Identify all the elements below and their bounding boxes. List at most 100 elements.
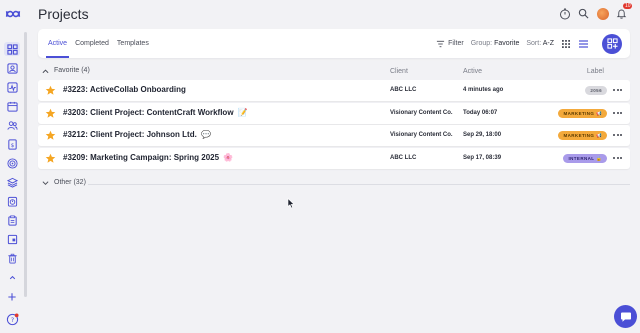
star-icon[interactable] bbox=[45, 85, 56, 96]
sidebar-item-calendar[interactable] bbox=[4, 99, 20, 113]
more-options-button[interactable] bbox=[613, 89, 622, 91]
group-by-select[interactable]: Group: Favorite bbox=[471, 40, 520, 47]
sidebar-item-trash[interactable] bbox=[4, 251, 20, 265]
project-client: Visionary Content Co. bbox=[390, 110, 453, 116]
project-last-active: Sep 17, 08:39 bbox=[463, 155, 502, 161]
project-name[interactable]: #3209: Marketing Campaign: Spring 2025 🌸 bbox=[63, 153, 233, 162]
other-group-header: Other (32) bbox=[38, 178, 630, 190]
project-row[interactable]: #3209: Marketing Campaign: Spring 2025 🌸… bbox=[38, 148, 630, 169]
search-icon bbox=[578, 8, 589, 19]
notification-count-badge: 10 bbox=[623, 3, 632, 9]
project-row[interactable]: #3203: Client Project: ContentCraft Work… bbox=[38, 103, 630, 124]
timer-icon bbox=[7, 196, 17, 207]
avatar bbox=[596, 7, 609, 20]
svg-text:$: $ bbox=[10, 142, 14, 148]
filter-label: Filter bbox=[448, 40, 464, 47]
chevron-down-icon bbox=[42, 180, 49, 185]
project-client: Visionary Content Co. bbox=[390, 132, 453, 138]
column-client[interactable]: Client bbox=[390, 68, 408, 75]
other-group-toggle[interactable]: Other (32) bbox=[42, 179, 86, 186]
project-client: ABC LLC bbox=[390, 87, 417, 93]
project-last-active: Today 06:07 bbox=[463, 110, 498, 116]
sidebar-item-people[interactable] bbox=[4, 118, 20, 132]
sidebar-item-workload[interactable] bbox=[4, 175, 20, 189]
project-label-badge: INTERNAL 🔒 bbox=[563, 154, 607, 163]
trash-icon bbox=[7, 253, 17, 264]
add-project-icon bbox=[606, 38, 618, 49]
user-card-icon bbox=[6, 62, 18, 74]
add-project-button[interactable] bbox=[602, 33, 622, 54]
notifications-button[interactable]: 10 bbox=[615, 3, 632, 20]
project-name[interactable]: #3223: ActiveCollab Onboarding bbox=[63, 85, 188, 94]
column-label[interactable]: Label bbox=[587, 68, 604, 75]
svg-text:?: ? bbox=[11, 316, 14, 324]
stopwatch-button[interactable] bbox=[558, 7, 571, 20]
project-row[interactable]: #3223: ActiveCollab Onboarding ABC LLC 4… bbox=[38, 80, 630, 101]
chevron-up-icon bbox=[9, 275, 15, 279]
project-name[interactable]: #3212: Client Project: Johnson Ltd. 💬 bbox=[63, 130, 211, 139]
search-button[interactable] bbox=[577, 7, 590, 20]
grid-view-icon bbox=[562, 39, 570, 48]
grid-icon bbox=[6, 43, 18, 55]
tab-completed[interactable]: Completed bbox=[71, 29, 113, 58]
inbox-icon bbox=[7, 234, 17, 244]
project-row[interactable]: #3212: Client Project: Johnson Ltd. 💬 Vi… bbox=[38, 125, 630, 146]
filter-button[interactable]: Filter bbox=[436, 40, 464, 48]
other-group-label: Other (32) bbox=[54, 179, 86, 186]
group-divider bbox=[88, 184, 630, 185]
project-label-badge: MARKETING 📢 bbox=[558, 131, 607, 140]
sort-label: Sort: bbox=[526, 40, 542, 47]
page-title: Projects bbox=[38, 6, 89, 22]
chat-support-button[interactable] bbox=[614, 305, 637, 328]
activity-icon bbox=[6, 81, 18, 93]
project-client: ABC LLC bbox=[390, 155, 417, 161]
sidebar-item-projects[interactable] bbox=[4, 42, 20, 56]
target-icon bbox=[6, 157, 18, 169]
project-last-active: 4 minutes ago bbox=[463, 87, 504, 93]
sidebar-item-my-work[interactable] bbox=[4, 61, 20, 75]
column-active[interactable]: Active bbox=[463, 68, 482, 75]
sidebar: $ + ? bbox=[0, 0, 28, 333]
sidebar-collapse-toggle[interactable] bbox=[4, 270, 20, 284]
group-by-label: Group: bbox=[470, 40, 493, 47]
project-label-badge: 2056 bbox=[585, 86, 607, 95]
project-name[interactable]: #3203: Client Project: ContentCraft Work… bbox=[63, 108, 248, 117]
plus-icon[interactable]: + bbox=[5, 290, 19, 305]
chevron-up-icon bbox=[42, 68, 49, 73]
more-options-button[interactable] bbox=[613, 134, 622, 136]
people-icon bbox=[6, 120, 18, 130]
sidebar-item-activity[interactable] bbox=[4, 80, 20, 94]
invoice-icon: $ bbox=[7, 138, 17, 150]
sidebar-scrollbar[interactable] bbox=[24, 32, 27, 297]
sidebar-item-invoices[interactable]: $ bbox=[4, 137, 20, 151]
star-icon[interactable] bbox=[45, 130, 56, 141]
activecollab-logo[interactable] bbox=[4, 5, 22, 23]
column-header: Favorite (4) Client Active Label bbox=[38, 67, 630, 79]
sidebar-item-goals[interactable] bbox=[4, 156, 20, 170]
grid-view-button[interactable] bbox=[561, 39, 571, 49]
sidebar-item-timesheet[interactable] bbox=[4, 194, 20, 208]
star-icon[interactable] bbox=[45, 108, 56, 119]
more-options-button[interactable] bbox=[613, 112, 622, 114]
sidebar-item-inbox[interactable] bbox=[4, 232, 20, 246]
filter-icon bbox=[437, 40, 445, 47]
bell-icon bbox=[616, 9, 627, 19]
favorite-group-toggle[interactable]: Favorite (4) bbox=[42, 67, 90, 74]
more-options-button[interactable] bbox=[613, 157, 622, 159]
projects-toolbar: Active Completed Templates Filter Group:… bbox=[38, 29, 630, 58]
tab-active[interactable]: Active bbox=[44, 29, 71, 58]
mouse-cursor bbox=[287, 198, 295, 209]
header-actions: 10 bbox=[558, 3, 632, 20]
star-icon[interactable] bbox=[45, 153, 56, 164]
group-by-value: Favorite bbox=[494, 40, 520, 47]
toolbar-controls: Filter Group: Favorite Sort: A-Z bbox=[436, 29, 622, 58]
help-icon[interactable]: ? bbox=[6, 313, 19, 326]
sort-value: A-Z bbox=[542, 40, 554, 47]
user-menu-button[interactable] bbox=[596, 7, 609, 20]
calendar-icon bbox=[6, 101, 18, 112]
sidebar-item-reports[interactable] bbox=[4, 213, 20, 227]
project-tabs: Active Completed Templates bbox=[44, 29, 153, 58]
sort-select[interactable]: Sort: A-Z bbox=[526, 40, 554, 47]
list-view-button[interactable] bbox=[578, 39, 588, 49]
tab-templates[interactable]: Templates bbox=[113, 29, 153, 58]
